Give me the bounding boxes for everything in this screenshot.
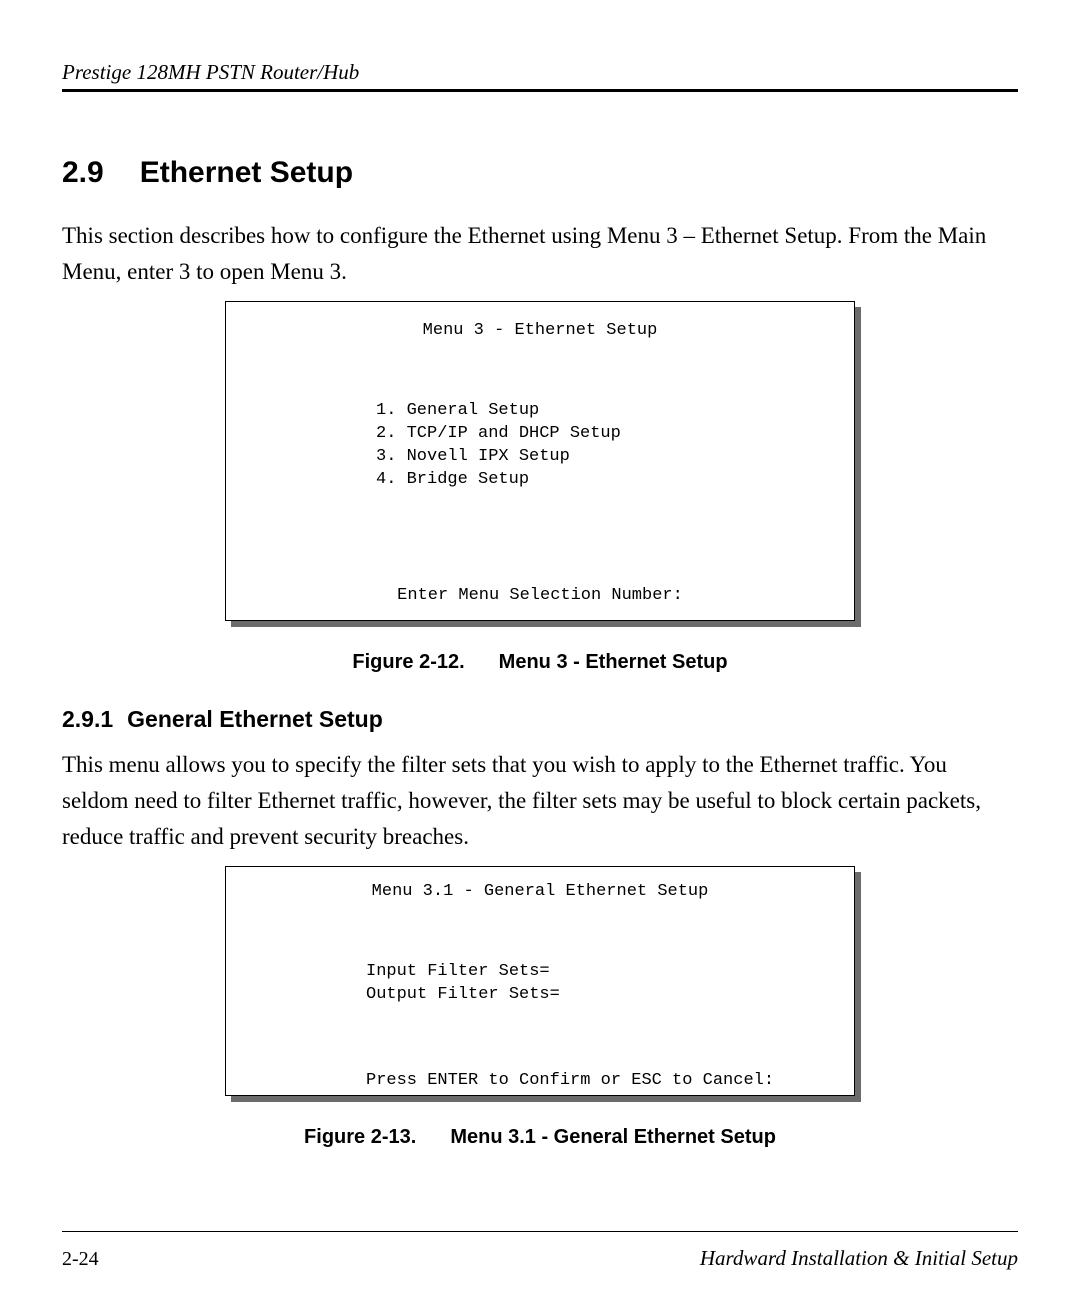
menu3-item-2: 2. TCP/IP and DHCP Setup <box>246 423 834 446</box>
figure-12-wrap: Menu 3 - Ethernet Setup 1. General Setup… <box>62 301 1018 621</box>
subsection-title: General Ethernet Setup <box>127 706 383 733</box>
menu3-prompt: Enter Menu Selection Number: <box>246 585 834 608</box>
section-heading: 2.9 Ethernet Setup <box>62 156 1018 190</box>
footer: 2-24 Hardward Installation & Initial Set… <box>62 1246 1018 1271</box>
menu3-title: Menu 3 - Ethernet Setup <box>246 320 834 343</box>
figure-13-text: Menu 3.1 - General Ethernet Setup <box>450 1126 776 1149</box>
subsection-body: This menu allows you to specify the filt… <box>62 747 1018 854</box>
running-head: Prestige 128MH PSTN Router/Hub <box>62 60 1018 89</box>
figure-13-wrap: Menu 3.1 - General Ethernet Setup Input … <box>62 866 1018 1096</box>
menu3-item-1: 1. General Setup <box>246 400 834 423</box>
subsection-heading: 2.9.1 General Ethernet Setup <box>62 706 1018 733</box>
section-title: Ethernet Setup <box>140 156 353 190</box>
page-number: 2-24 <box>62 1248 99 1271</box>
section-number: 2.9 <box>62 156 104 190</box>
subsection-number: 2.9.1 <box>62 706 113 733</box>
figure-13-label: Figure 2-13. <box>304 1126 416 1149</box>
figure-12-text: Menu 3 - Ethernet Setup <box>499 651 728 674</box>
terminal-menu-3-1: Menu 3.1 - General Ethernet Setup Input … <box>225 866 855 1096</box>
menu31-title: Menu 3.1 - General Ethernet Setup <box>246 881 834 904</box>
figure-13-caption: Figure 2-13. Menu 3.1 - General Ethernet… <box>62 1126 1018 1149</box>
document-page: Prestige 128MH PSTN Router/Hub 2.9 Ether… <box>0 0 1080 1311</box>
menu3-item-3: 3. Novell IPX Setup <box>246 446 834 469</box>
menu31-field-1: Input Filter Sets= <box>246 961 834 984</box>
menu31-field-2: Output Filter Sets= <box>246 984 834 1007</box>
footer-rule <box>62 1231 1018 1232</box>
figure-12-caption: Figure 2-12. Menu 3 - Ethernet Setup <box>62 651 1018 674</box>
terminal-menu-3: Menu 3 - Ethernet Setup 1. General Setup… <box>225 301 855 621</box>
section-intro: This section describes how to configure … <box>62 218 1018 289</box>
menu3-item-4: 4. Bridge Setup <box>246 469 834 492</box>
menu31-prompt: Press ENTER to Confirm or ESC to Cancel: <box>246 1070 834 1093</box>
footer-title: Hardward Installation & Initial Setup <box>700 1246 1018 1271</box>
figure-12-label: Figure 2-12. <box>352 651 464 674</box>
